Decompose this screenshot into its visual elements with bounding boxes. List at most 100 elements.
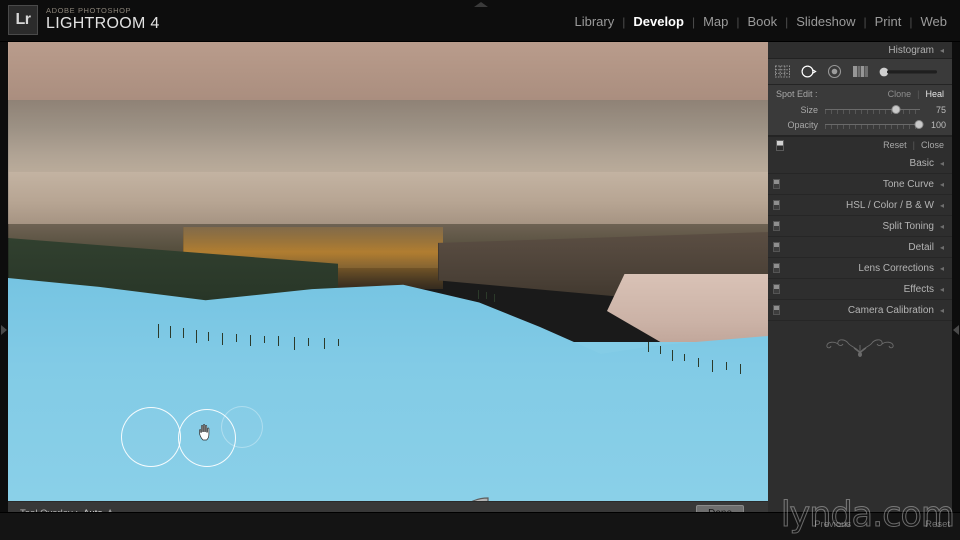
shoreline-tick	[648, 342, 649, 352]
histogram-panel-header[interactable]: Histogram ◂	[768, 42, 952, 59]
opacity-slider-ticks	[825, 125, 920, 129]
chevron-left-icon[interactable]: ◂	[940, 159, 944, 168]
panel-toggle-switch-icon[interactable]	[773, 242, 780, 252]
shoreline-tick	[324, 338, 325, 349]
size-slider-knob[interactable]	[891, 105, 901, 114]
panel-section-split-toning[interactable]: Split Toning ◂	[768, 216, 952, 237]
adjustment-brush-tool-icon[interactable]	[878, 66, 944, 78]
mode-separator: |	[917, 88, 920, 99]
module-library[interactable]: Library	[573, 14, 615, 29]
right-panel: Histogram ◂ Spot Edit: Clone | Heal Siz…	[768, 42, 952, 512]
footer-separator: |	[912, 140, 915, 150]
left-panel-expand-arrow[interactable]	[1, 325, 7, 335]
image-preview-stage[interactable]	[8, 42, 768, 501]
application-logo: Lr ADOBE PHOTOSHOP LIGHTROOM 4	[8, 5, 160, 35]
chevron-left-icon[interactable]: ◂	[940, 46, 944, 55]
shoreline-tick	[672, 350, 673, 361]
spot-removal-source-circle[interactable]	[121, 407, 181, 467]
shoreline-tick	[740, 364, 741, 374]
module-separator: |	[909, 14, 913, 29]
chevron-left-icon[interactable]: ◂	[940, 243, 944, 252]
reset-button[interactable]: Reset	[925, 519, 950, 530]
panel-toggle-switch-icon[interactable]	[773, 200, 780, 210]
shoreline-tick	[660, 346, 661, 354]
crop-overlay-tool-icon[interactable]	[774, 64, 791, 79]
shoreline-tick	[236, 334, 237, 342]
size-slider-row: Size 75	[768, 102, 952, 117]
panel-section-effects[interactable]: Effects ◂	[768, 279, 952, 300]
chevron-left-icon[interactable]: ◂	[940, 201, 944, 210]
graduated-filter-tool-icon[interactable]	[852, 64, 869, 79]
module-slideshow[interactable]: Slideshow	[795, 14, 856, 29]
panel-section-label: HSL / Color / B & W	[846, 199, 934, 211]
size-slider-ticks	[825, 110, 920, 114]
chevron-left-icon[interactable]: ◂	[940, 180, 944, 189]
chevron-left-icon[interactable]: ◂	[940, 264, 944, 273]
panel-section-label: Detail	[908, 241, 934, 253]
panel-toggle-switch-icon[interactable]	[773, 263, 780, 273]
mask-visibility-icon[interactable]	[776, 139, 784, 151]
spot-close-button[interactable]: Close	[921, 140, 944, 150]
module-picker: Library | Develop | Map | Book | Slideshow | Print…	[573, 14, 948, 29]
reflection-sky-band	[8, 42, 768, 104]
panel-toggle-switch-icon[interactable]	[773, 221, 780, 231]
reflection-rock-band	[8, 100, 768, 178]
module-web[interactable]: Web	[920, 14, 949, 29]
size-value[interactable]: 75	[920, 105, 946, 115]
size-slider-track[interactable]	[825, 105, 920, 114]
module-map[interactable]: Map	[702, 14, 729, 29]
panel-section-label: Split Toning	[882, 220, 934, 232]
shoreline-tick	[684, 354, 685, 361]
previous-button[interactable]: Previous	[814, 519, 851, 530]
panel-section-hsl-color-b-w[interactable]: HSL / Color / B & W ◂	[768, 195, 952, 216]
module-print[interactable]: Print	[874, 14, 903, 29]
shoreline-tick	[294, 337, 295, 350]
red-eye-correction-tool-icon[interactable]	[826, 64, 843, 79]
opacity-value[interactable]: 100	[920, 120, 946, 130]
heal-mode-button[interactable]: Heal	[925, 89, 944, 99]
spot-reset-button[interactable]: Reset	[883, 140, 907, 150]
shoreline-tick	[158, 324, 159, 338]
panel-section-label: Lens Corrections	[858, 262, 934, 274]
module-separator: |	[736, 14, 740, 29]
previous-reset-group: Previous Reset	[814, 519, 950, 530]
spot-edit-footer: Reset | Close	[768, 136, 952, 153]
panel-toggle-switch-icon[interactable]	[773, 305, 780, 315]
shoreline-tick	[208, 332, 209, 341]
shoreline-tick	[698, 358, 699, 367]
panel-section-lens-corrections[interactable]: Lens Corrections ◂	[768, 258, 952, 279]
right-panel-collapse-arrow[interactable]	[953, 325, 959, 335]
chevron-left-icon[interactable]: ◂	[940, 285, 944, 294]
shoreline-tick	[250, 335, 251, 346]
top-panel-collapse-arrow[interactable]	[474, 2, 488, 7]
spot-edit-panel: Spot Edit : Clone | Heal Size 75 Opacity	[768, 85, 952, 136]
lr-badge-icon: Lr	[8, 5, 38, 35]
spot-removal-tool-icon[interactable]	[800, 64, 817, 79]
panel-section-label: Camera Calibration	[847, 304, 934, 316]
shoreline-tick	[222, 333, 223, 345]
module-book[interactable]: Book	[746, 14, 778, 29]
decorative-flourish	[768, 321, 952, 357]
module-develop[interactable]: Develop	[632, 14, 685, 29]
shoreline-tick	[170, 326, 171, 338]
shoreline-tick	[308, 338, 309, 346]
shoreline-tick	[478, 290, 479, 299]
opacity-slider-knob[interactable]	[914, 120, 924, 129]
shoreline-tick	[183, 328, 184, 338]
panel-toggle-switch-icon[interactable]	[773, 179, 780, 189]
chevron-left-icon[interactable]: ◂	[940, 306, 944, 315]
opacity-label: Opacity	[787, 119, 818, 130]
panel-section-tone-curve[interactable]: Tone Curve ◂	[768, 174, 952, 195]
clone-mode-button[interactable]: Clone	[888, 89, 912, 99]
chevron-left-icon[interactable]: ◂	[940, 222, 944, 231]
spot-removal-ghost-circle[interactable]	[221, 406, 263, 448]
tool-strip	[768, 59, 952, 85]
panel-section-basic[interactable]: Basic ◂	[768, 153, 952, 174]
panel-section-camera-calibration[interactable]: Camera Calibration ◂	[768, 300, 952, 321]
module-separator: |	[691, 14, 696, 29]
opacity-slider-track[interactable]	[825, 120, 924, 129]
panel-toggle-switch-icon[interactable]	[773, 284, 780, 294]
module-separator: |	[785, 14, 789, 29]
panel-section-detail[interactable]: Detail ◂	[768, 237, 952, 258]
shoreline-tick	[712, 360, 713, 372]
